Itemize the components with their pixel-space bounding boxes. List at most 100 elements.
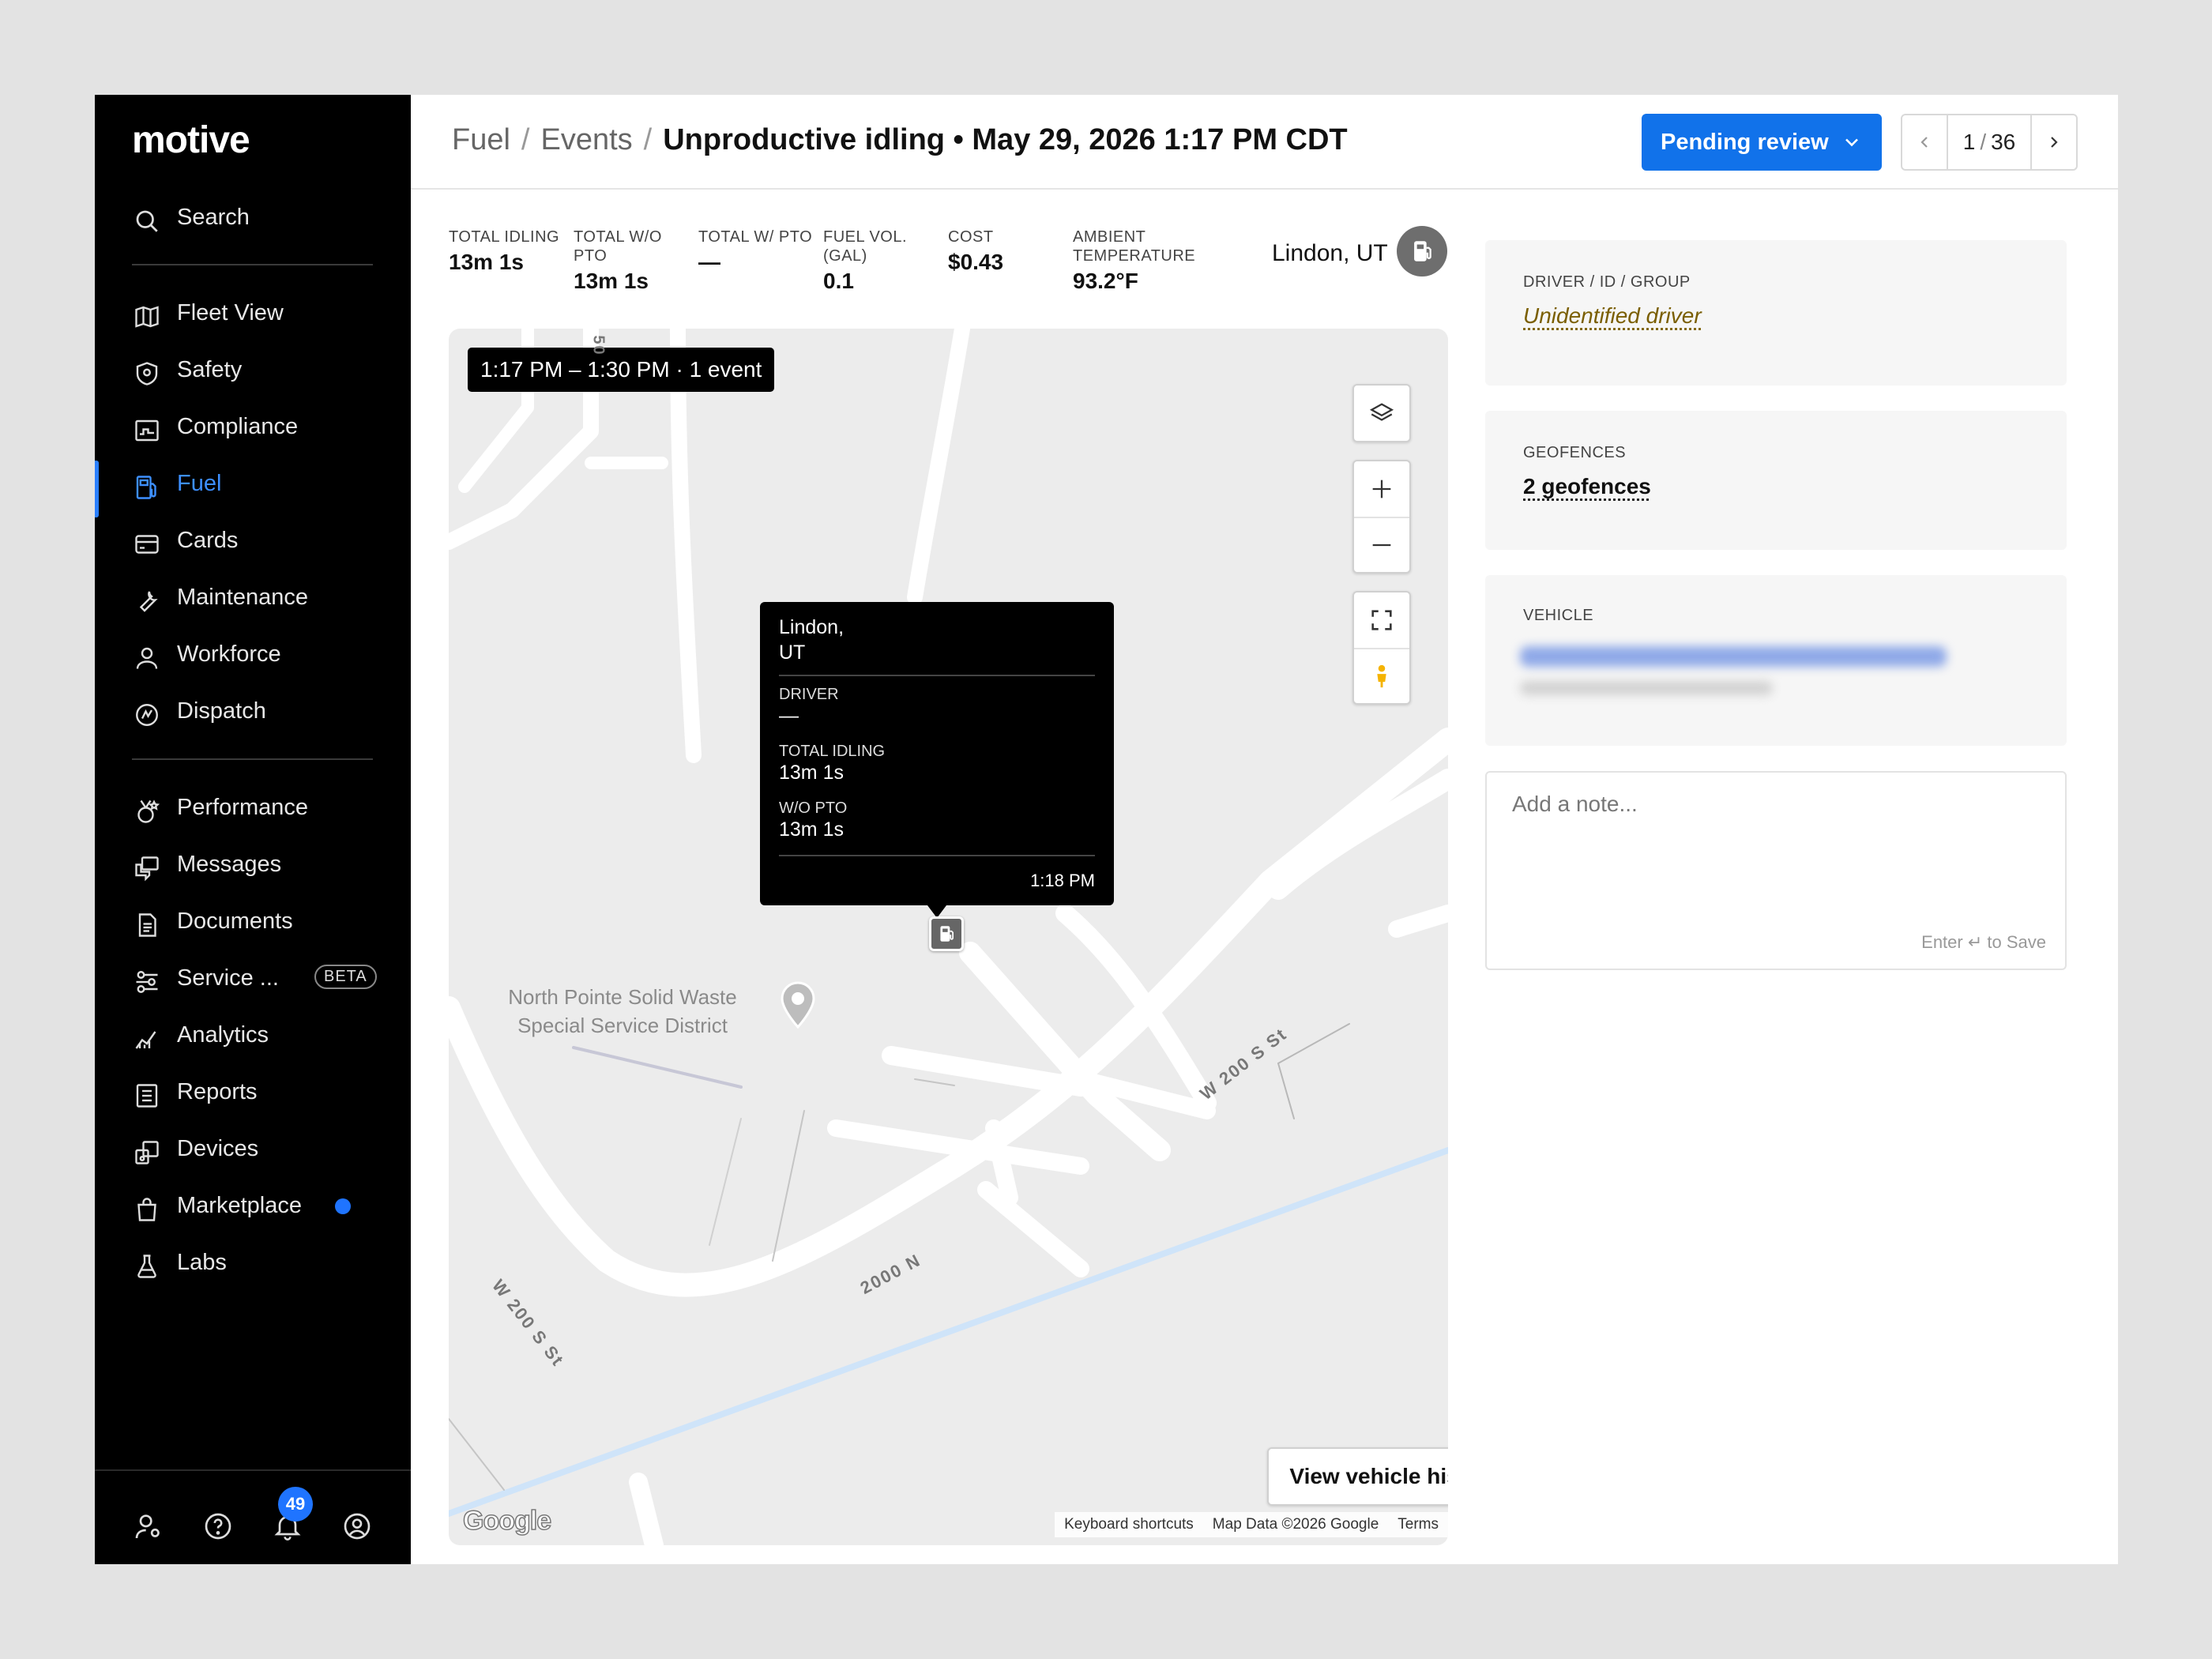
motive-logo[interactable]: motive <box>132 118 250 162</box>
account-icon[interactable] <box>341 1510 373 1542</box>
street-view-button[interactable] <box>1354 648 1409 703</box>
driver-link[interactable]: Unidentified driver <box>1523 303 1702 329</box>
route-icon <box>136 704 158 726</box>
geofences-link[interactable]: 2 geofences <box>1523 474 1651 499</box>
sidebar-item-label: Analytics <box>177 1022 269 1048</box>
app-window: motive Search Fleet View Safety Complian… <box>95 95 2118 1564</box>
geofences-card: GEOFENCES 2 geofences <box>1485 411 2067 550</box>
sidebar-item-label: Labs <box>177 1250 227 1275</box>
event-pager: 1/36 <box>1901 114 2078 171</box>
pegman-icon <box>1377 664 1386 688</box>
sidebar-item-label: Dispatch <box>177 698 266 724</box>
stat-ambient-temperature: AMBIENT TEMPERATURE 93.2°F <box>1073 228 1207 294</box>
zoom-in-button[interactable] <box>1354 461 1409 517</box>
sidebar-item-label: Service ... <box>177 965 279 991</box>
sidebar-item-cards[interactable]: Cards <box>95 517 411 565</box>
fullscreen-icon <box>1371 610 1392 630</box>
messages-icon <box>135 856 159 882</box>
zoom-out-button[interactable] <box>1354 517 1409 572</box>
popup-driver-value: — <box>779 705 799 727</box>
next-button[interactable] <box>2032 115 2076 169</box>
sidebar-item-dispatch[interactable]: Dispatch <box>95 688 411 735</box>
sidebar-item-performance[interactable]: Performance <box>95 784 411 832</box>
sidebar-item-maintenance[interactable]: Maintenance <box>95 574 411 622</box>
map-pin-icon[interactable] <box>779 981 817 1029</box>
view-vehicle-history-button[interactable]: View vehicle history <box>1267 1447 1448 1506</box>
previous-button[interactable] <box>1902 115 1947 169</box>
sidebar-item-label: Messages <box>177 852 282 877</box>
popup-location: Lindon, UT <box>779 615 844 665</box>
layers-icon <box>1369 403 1394 421</box>
note-save-hint: Enter ↵ to Save <box>1921 932 2046 952</box>
keyboard-shortcuts-link[interactable]: Keyboard shortcuts <box>1064 1516 1194 1533</box>
breadcrumb-events[interactable]: Events <box>540 123 632 156</box>
vehicle-detail-redacted <box>1520 681 1773 695</box>
popup-driver-label: DRIVER <box>779 686 839 703</box>
sidebar-item-analytics[interactable]: Analytics <box>95 1012 411 1059</box>
sidebar-item-reports[interactable]: Reports <box>95 1069 411 1116</box>
sidebar-item-fleet-view[interactable]: Fleet View <box>95 290 411 337</box>
sidebar-footer: 49 <box>95 1469 411 1564</box>
stat-label: FUEL VOL. (GAL) <box>823 228 908 265</box>
stat-value: — <box>698 250 720 274</box>
map[interactable]: 1:17 PM – 1:30 PM · 1 event Lindon, UT D… <box>449 329 1448 1545</box>
popup-idling-label: TOTAL IDLING <box>779 743 886 760</box>
chevron-right-icon <box>2051 137 2058 148</box>
map-layers-control[interactable] <box>1352 384 1411 442</box>
vehicle-label: VEHICLE <box>1523 607 1594 624</box>
sidebar-item-devices[interactable]: Devices <box>95 1126 411 1173</box>
sidebar-item-safety[interactable]: Safety <box>95 347 411 394</box>
breadcrumb: Fuel / Events / Unproductive idling • May 29… <box>452 123 1348 157</box>
time-range-label: 1:17 PM – 1:30 PM · 1 event <box>468 348 775 392</box>
stat-total-idling: TOTAL IDLING 13m 1s <box>449 228 567 275</box>
pager-total: 36 <box>1991 130 2016 154</box>
stat-label: COST <box>948 228 994 246</box>
sidebar-item-labs[interactable]: Labs <box>95 1240 411 1287</box>
shield-icon <box>136 362 158 386</box>
sidebar-item-documents[interactable]: Documents <box>95 898 411 946</box>
sidebar-search[interactable]: Search <box>95 194 411 242</box>
breadcrumb-fuel[interactable]: Fuel <box>452 123 510 156</box>
sidebar-item-compliance[interactable]: Compliance <box>95 404 411 451</box>
note-input[interactable] <box>1512 792 2041 902</box>
analytics-icon <box>135 1031 156 1049</box>
sidebar-divider <box>132 264 373 265</box>
fullscreen-button[interactable] <box>1354 592 1409 648</box>
stat-value: $0.43 <box>948 250 1004 274</box>
layers-button[interactable] <box>1354 386 1409 441</box>
user-settings-icon[interactable] <box>133 1510 164 1542</box>
new-indicator-dot <box>335 1198 351 1214</box>
vehicle-card: VEHICLE <box>1485 575 2067 746</box>
poi-name-line2: Special Service District <box>517 1014 728 1037</box>
road-label: 50 <box>589 335 608 356</box>
help-icon[interactable] <box>202 1510 234 1542</box>
event-location: Lindon, UT <box>1272 240 1388 266</box>
sidebar-item-label: Fleet View <box>177 300 284 325</box>
sidebar-item-marketplace[interactable]: Marketplace <box>95 1183 411 1230</box>
stat-label: TOTAL W/ PTO <box>698 228 813 246</box>
poi-name-line1: North Pointe Solid Waste <box>508 985 737 1009</box>
stat-label: AMBIENT TEMPERATURE <box>1073 228 1196 265</box>
stat-total-wo-pto: TOTAL W/O PTO 13m 1s <box>574 228 676 294</box>
popup-location-city: Lindon, <box>779 616 845 638</box>
map-view-control <box>1352 591 1411 705</box>
fuel-event-marker[interactable] <box>929 916 964 951</box>
medal-icon <box>137 799 160 823</box>
sidebar-item-service[interactable]: Service ... BETA <box>95 955 411 1003</box>
poi-label[interactable]: North Pointe Solid Waste Special Service… <box>480 983 765 1040</box>
sidebar-item-label: Devices <box>177 1136 259 1161</box>
sidebar-item-messages[interactable]: Messages <box>95 841 411 889</box>
sidebar-item-fuel[interactable]: Fuel <box>95 461 411 517</box>
stat-cost: COST $0.43 <box>948 228 1035 275</box>
shopping-bag-icon <box>137 1198 156 1221</box>
page-header: Fuel / Events / Unproductive idling • May 29… <box>411 95 2118 190</box>
sidebar-search-label: Search <box>177 205 250 230</box>
status-dropdown-button[interactable]: Pending review <box>1642 114 1882 171</box>
stat-value: 93.2°F <box>1073 269 1138 293</box>
pager-count: 1/36 <box>1947 115 2032 169</box>
stat-total-w-pto: TOTAL W/ PTO — <box>698 228 825 275</box>
popup-time: 1:18 PM <box>1030 871 1095 890</box>
terms-link[interactable]: Terms <box>1398 1516 1439 1533</box>
sidebar-item-workforce[interactable]: Workforce <box>95 631 411 679</box>
sidebar-item-label: Cards <box>177 528 239 553</box>
